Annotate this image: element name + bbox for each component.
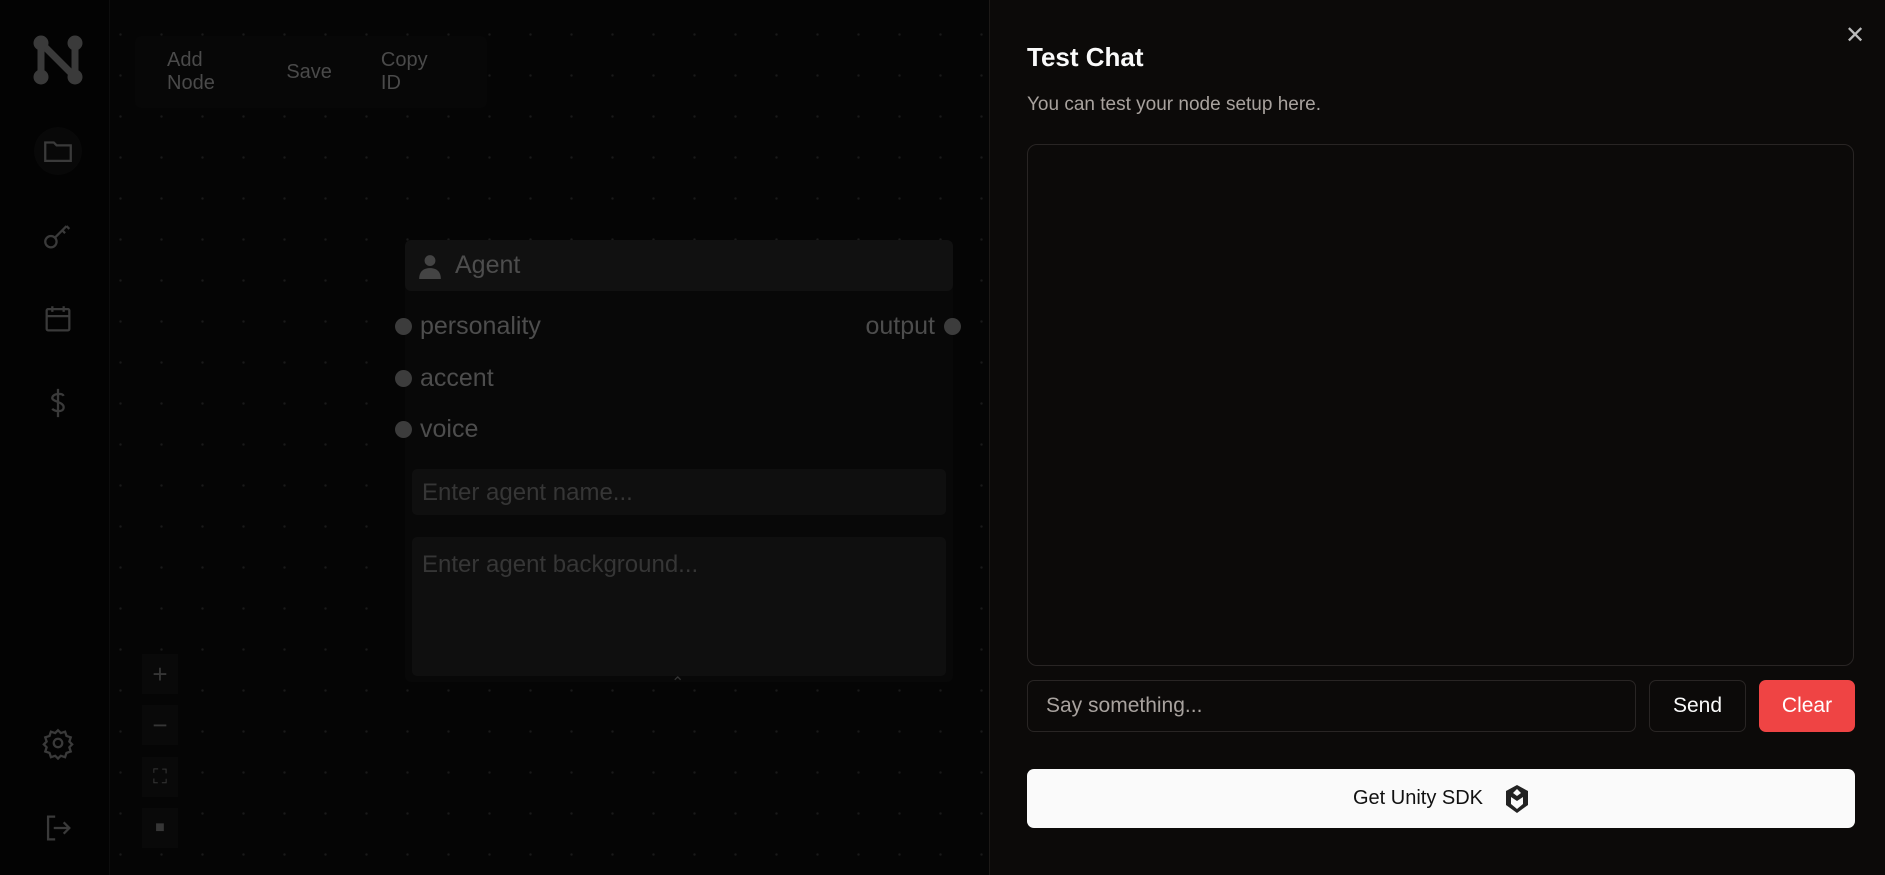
save-button[interactable]: Save xyxy=(286,61,332,84)
send-button[interactable]: Send xyxy=(1649,680,1746,732)
unity-button-label: Get Unity SDK xyxy=(1352,787,1484,809)
input-handle-accent[interactable] xyxy=(395,370,412,387)
input-handle-personality[interactable] xyxy=(395,318,412,335)
add-node-button[interactable]: Add Node xyxy=(167,49,237,95)
toolbar: Add Node Save Copy ID xyxy=(135,36,487,108)
input-handle-voice[interactable] xyxy=(395,421,412,438)
panel-subtitle: You can test your node setup here. xyxy=(1027,94,1322,115)
logo[interactable] xyxy=(33,35,83,85)
node-header[interactable]: Agent xyxy=(405,240,953,291)
copy-id-button[interactable]: Copy ID xyxy=(381,49,438,95)
node-title: Agent xyxy=(455,251,521,279)
user-icon xyxy=(419,254,441,279)
agent-background-input[interactable]: Enter agent background... xyxy=(412,537,946,676)
chat-messages xyxy=(1027,144,1854,666)
get-unity-sdk-button[interactable]: Get Unity SDK xyxy=(1027,769,1855,828)
calendar-icon[interactable] xyxy=(34,295,82,343)
chat-input[interactable] xyxy=(1027,680,1636,732)
unity-icon xyxy=(1506,784,1529,813)
sidebar xyxy=(0,0,110,875)
port-output: output xyxy=(865,312,935,340)
fit-view-button[interactable]: ⛶ xyxy=(142,757,178,797)
dollar-icon[interactable] xyxy=(34,379,82,427)
port-personality: personality xyxy=(420,312,541,340)
zoom-out-button[interactable]: − xyxy=(142,705,178,745)
close-icon[interactable]: ✕ xyxy=(1843,24,1867,48)
zoom-in-button[interactable]: + xyxy=(142,654,178,694)
agent-name-input[interactable]: Enter agent name... xyxy=(412,469,946,515)
port-voice: voice xyxy=(420,415,479,443)
agent-node[interactable]: Agent personality accent voice output En… xyxy=(395,240,961,692)
port-accent: accent xyxy=(420,364,494,392)
logout-icon[interactable] xyxy=(34,804,82,852)
key-icon[interactable] xyxy=(34,212,82,260)
clear-button[interactable]: Clear xyxy=(1759,680,1855,732)
output-handle[interactable] xyxy=(944,318,961,335)
panel-title: Test Chat xyxy=(1027,42,1144,72)
settings-icon[interactable] xyxy=(34,719,82,767)
folder-icon[interactable] xyxy=(34,127,82,175)
lock-button[interactable]: ■ xyxy=(142,808,178,848)
test-chat-panel: Test Chat You can test your node setup h… xyxy=(989,0,1885,875)
collapse-chevron-icon[interactable]: ⌃ xyxy=(671,673,684,693)
